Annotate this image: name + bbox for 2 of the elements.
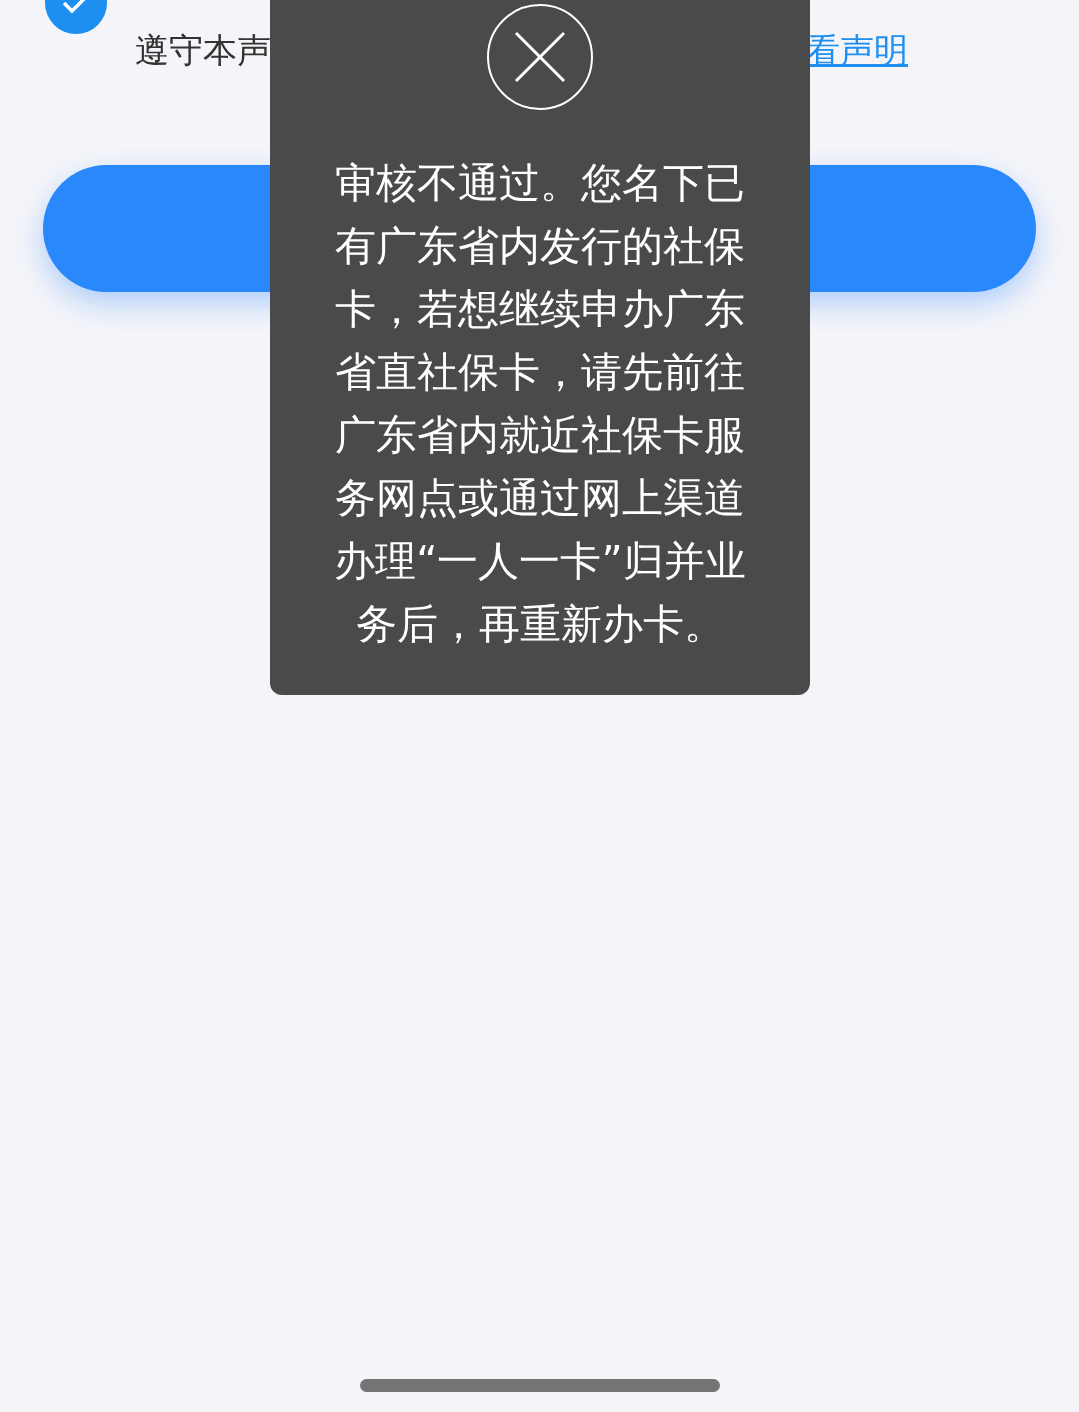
agreement-text: 遵守本声 [135, 29, 271, 72]
toast-message: 审核不通过。您名下已有广东省内发行的社保卡，若想继续申办广东省直社保卡，请先前往广东省内就近社保卡服务网点或通过网上渠道办理“一人一卡”归并业务后，再重新办卡。 [333, 158, 747, 650]
